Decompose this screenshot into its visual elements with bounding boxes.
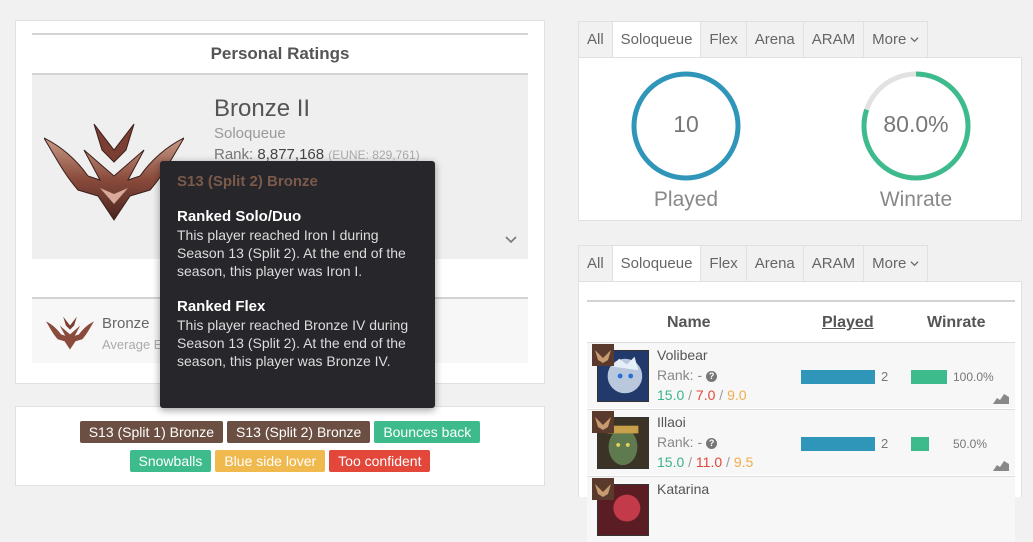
kda-deaths: 7.0: [695, 387, 716, 403]
bronze-emblem-small-icon: [46, 316, 94, 350]
kda-assists: 9.5: [733, 454, 754, 470]
stats-tabs: All Soloqueue Flex Arena ARAM More: [578, 21, 929, 58]
season-tooltip: S13 (Split 2) Bronze Ranked Solo/Duo Thi…: [160, 161, 435, 408]
tab-arena[interactable]: Arena: [745, 245, 803, 282]
help-icon[interactable]: ?: [706, 371, 718, 382]
table-row[interactable]: Illaoi Rank: -? 15.0 / 11.0 / 9.5 2 50.0…: [587, 409, 1015, 475]
tooltip-flex-heading: Ranked Flex: [177, 298, 266, 315]
tooltip-flex-text: This player reached Bronze IV during Sea…: [177, 317, 409, 369]
table-row[interactable]: Volibear Rank: -? 15.0 / 7.0 / 9.0 2 100…: [587, 342, 1015, 408]
champion-rank: Rank: -?: [657, 434, 718, 450]
chevron-down-icon[interactable]: [504, 233, 518, 247]
table-row[interactable]: Katarina: [587, 476, 1015, 542]
tag-s13-split2[interactable]: S13 (Split 2) Bronze: [227, 421, 371, 443]
played-count: 2: [881, 436, 889, 451]
tooltip-solo-heading: Ranked Solo/Duo: [177, 208, 302, 225]
winrate-percent: 100.0%: [953, 370, 994, 384]
kda-deaths: 11.0: [695, 454, 723, 470]
played-bar: [801, 437, 875, 451]
chevron-down-icon: [910, 261, 919, 267]
champion-name: Katarina: [657, 481, 710, 497]
played-bar: [801, 370, 875, 384]
kda-kills: 15.0: [657, 454, 685, 470]
tab-flex[interactable]: Flex: [700, 245, 746, 282]
bronze-rank-badge-icon: [592, 344, 614, 366]
trend-chart-icon[interactable]: [993, 459, 1009, 471]
champion-kda: 15.0 / 7.0 / 9.0: [657, 387, 747, 403]
winrate-bar: [911, 437, 929, 451]
tag-bounces-back[interactable]: Bounces back: [374, 421, 481, 443]
personal-ratings-title: Personal Ratings: [32, 33, 528, 73]
kda-kills: 15.0: [657, 387, 685, 403]
champion-rank-label: Rank: -: [657, 367, 703, 383]
average-rank-title: Bronze: [102, 315, 150, 332]
tag-too-confident[interactable]: Too confident: [329, 450, 431, 472]
average-rank-subtitle: Average E: [102, 337, 163, 352]
chevron-down-icon: [910, 37, 919, 43]
tab-aram[interactable]: ARAM: [802, 21, 864, 58]
winrate-value: 80.0%: [883, 111, 949, 137]
tab-more-label: More: [872, 255, 907, 272]
tab-arena[interactable]: Arena: [745, 21, 803, 58]
bronze-rank-badge-icon: [592, 411, 614, 433]
help-icon[interactable]: ?: [706, 438, 718, 449]
tag-snowballs[interactable]: Snowballs: [129, 450, 212, 472]
tab-flex[interactable]: Flex: [700, 21, 746, 58]
header-winrate[interactable]: Winrate: [927, 314, 986, 332]
kda-assists: 9.0: [727, 387, 747, 403]
tag-row: Snowballs Blue side lover Too confident: [16, 450, 544, 472]
champion-table: Name Played Winrate Volibear Rank: -? 15…: [578, 281, 1022, 542]
tab-more[interactable]: More: [863, 245, 929, 282]
champion-table-header: Name Played Winrate: [587, 300, 1015, 340]
rank-tier: Bronze II: [214, 95, 311, 122]
champion-rank: Rank: -?: [657, 367, 718, 383]
winrate-percent: 50.0%: [953, 437, 988, 451]
champion-name: Illaoi: [657, 414, 686, 430]
winrate-bar: [911, 370, 947, 384]
tag-blue-side-lover[interactable]: Blue side lover: [215, 450, 326, 472]
champion-name: Volibear: [657, 347, 708, 363]
tags-panel: S13 (Split 1) Bronze S13 (Split 2) Bronz…: [15, 406, 545, 486]
tab-more-label: More: [872, 31, 907, 48]
tag-s13-split1[interactable]: S13 (Split 1) Bronze: [79, 421, 224, 443]
rank-region: (EUNE: 829,761): [328, 148, 420, 162]
tab-more[interactable]: More: [863, 21, 929, 58]
header-played[interactable]: Played: [822, 314, 874, 332]
champion-tabs: All Soloqueue Flex Arena ARAM More: [578, 245, 929, 282]
played-value: 10: [673, 111, 699, 137]
stats-panel: 10 Played 80.0% Winrate: [578, 57, 1022, 221]
tooltip-title: S13 (Split 2) Bronze: [177, 173, 318, 190]
trend-chart-icon[interactable]: [993, 392, 1009, 404]
played-count: 2: [881, 369, 889, 384]
tab-soloqueue[interactable]: Soloqueue: [611, 245, 701, 282]
header-name[interactable]: Name: [667, 314, 711, 332]
champion-rank-label: Rank: -: [657, 434, 703, 450]
champion-kda: 15.0 / 11.0 / 9.5: [657, 454, 754, 470]
tab-all[interactable]: All: [578, 21, 612, 58]
tag-row: S13 (Split 1) Bronze S13 (Split 2) Bronz…: [16, 421, 544, 443]
played-label: Played: [653, 188, 719, 211]
tooltip-solo-text: This player reached Iron I during Season…: [177, 227, 406, 279]
tab-all[interactable]: All: [578, 245, 612, 282]
tab-soloqueue[interactable]: Soloqueue: [611, 21, 701, 58]
winrate-label: Winrate: [879, 188, 953, 211]
tab-aram[interactable]: ARAM: [802, 245, 864, 282]
rank-queue: Soloqueue: [214, 125, 286, 142]
